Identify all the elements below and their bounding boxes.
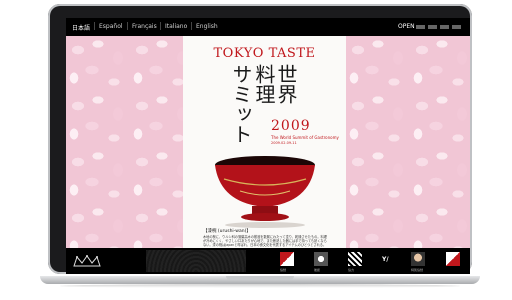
- lang-french[interactable]: Français: [132, 23, 157, 30]
- poster-year: 2009: [271, 118, 311, 134]
- sponsor-logo[interactable]: [446, 252, 460, 266]
- poster-date: 2009.02.09-11: [271, 141, 297, 145]
- lang-italian[interactable]: Italiano: [165, 23, 187, 30]
- sponsor-logo[interactable]: [280, 252, 294, 266]
- sponsor-logo[interactable]: Y/: [382, 256, 389, 263]
- laptop-notch: [226, 276, 294, 280]
- poster-subtitle: The World Summit of Gastronomy: [271, 135, 339, 140]
- screen: 日本語 Español Français Italiano English OP…: [66, 18, 470, 274]
- crown-logo-icon[interactable]: [72, 254, 102, 268]
- lang-english[interactable]: English: [196, 23, 218, 30]
- lacquer-bowl-image: [215, 156, 315, 228]
- sponsor-label: 協賛: [280, 268, 287, 272]
- cherry-blossom-panel-right: [346, 36, 470, 248]
- poster-description: 木地の椀に、ウルシ科の落葉高木の樹液を数層にわたって塗り、乾燥させたもの。料理が…: [203, 235, 327, 248]
- sponsor-label: 協力: [348, 268, 355, 272]
- sponsor-label: 特別協賛: [411, 268, 424, 272]
- sponsor-logo[interactable]: [314, 252, 328, 266]
- laptop-shadow: [60, 284, 460, 288]
- poster-vertical-line-2: 料理: [252, 64, 276, 104]
- poster-vertical-line-1: 世界: [274, 64, 298, 104]
- sponsor-portrait[interactable]: [411, 252, 425, 266]
- lang-spanish[interactable]: Español: [99, 23, 123, 30]
- cherry-blossom-panel-left: [66, 36, 183, 248]
- separator: [127, 22, 128, 30]
- event-poster: TOKYO TASTE 世界 料理 サミット 2009 The World Su…: [183, 36, 346, 248]
- bottom-bar: 協賛 後援 協力 Y/ 特別協賛: [66, 248, 470, 274]
- separator: [94, 22, 95, 30]
- top-navigation-bar: 日本語 Español Français Italiano English OP…: [66, 18, 470, 36]
- poster-caption: 【漆椀 (urushi-wan)】: [203, 229, 251, 234]
- laptop-lid: 日本語 Español Français Italiano English OP…: [48, 4, 472, 274]
- laptop-frame: 日本語 Español Français Italiano English OP…: [40, 4, 480, 290]
- lang-japanese[interactable]: 日本語: [72, 23, 90, 32]
- poster-title: TOKYO TASTE: [213, 46, 316, 61]
- sponsor-logo[interactable]: [348, 252, 362, 266]
- poster-vertical-line-3: サミット: [229, 64, 253, 144]
- sponsor-label: 後援: [314, 268, 321, 272]
- menu-thumb[interactable]: [452, 25, 461, 29]
- menu-thumb[interactable]: [440, 25, 449, 29]
- menu-thumb[interactable]: [416, 25, 425, 29]
- menu-thumb[interactable]: [428, 25, 437, 29]
- separator: [191, 22, 192, 30]
- wave-pattern: [146, 250, 246, 272]
- separator: [160, 22, 161, 30]
- open-button[interactable]: OPEN: [398, 23, 415, 30]
